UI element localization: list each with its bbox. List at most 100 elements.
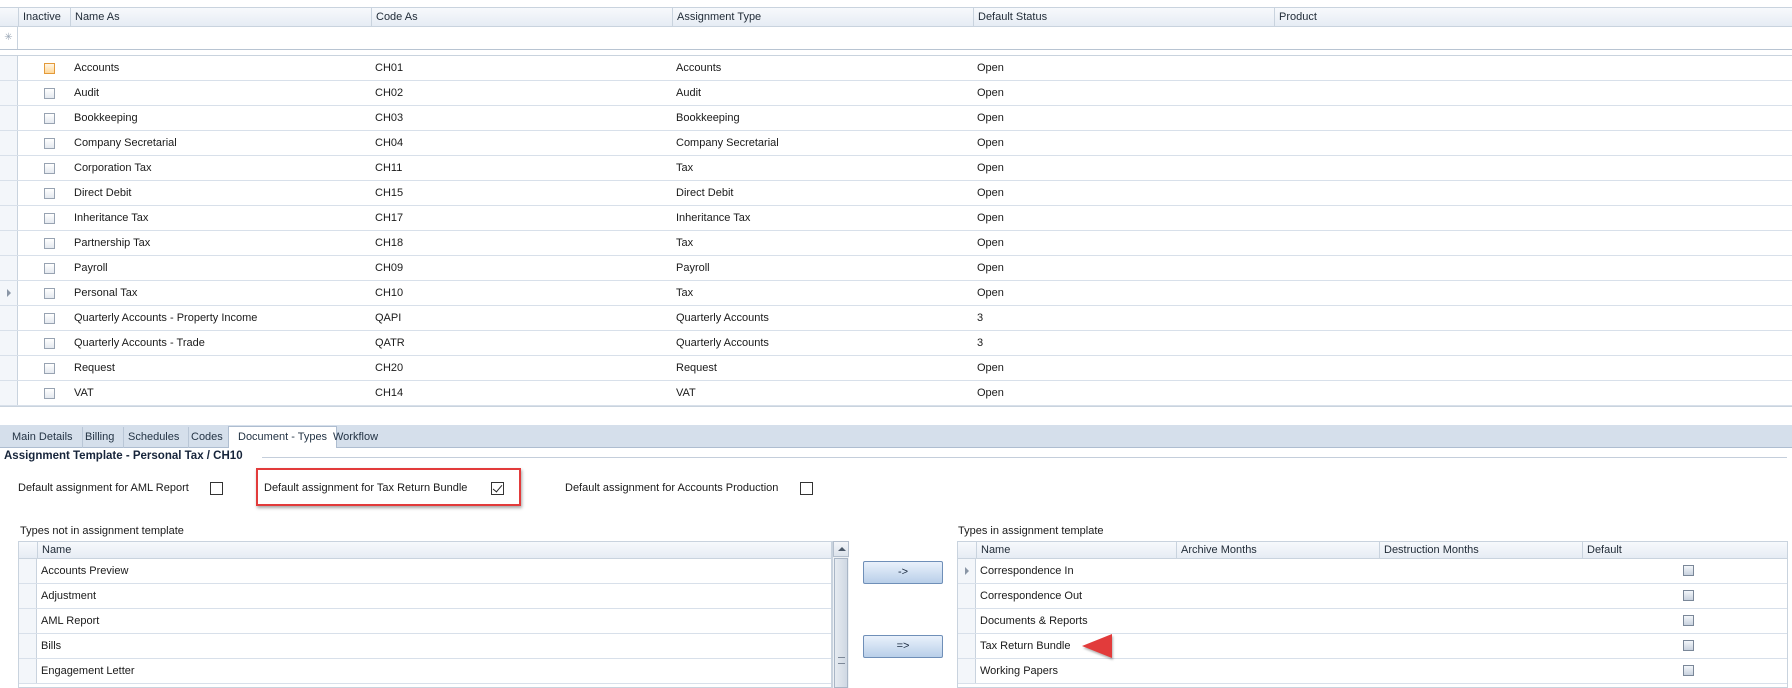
- list-item-name[interactable]: Correspondence Out: [976, 584, 1082, 608]
- table-row[interactable]: Payroll CH09 Payroll Open: [0, 256, 1792, 281]
- list-item[interactable]: Adjustment: [19, 584, 831, 609]
- right-list-header-archive-months[interactable]: Archive Months: [1176, 542, 1379, 558]
- table-row[interactable]: Partnership Tax CH18 Tax Open: [0, 231, 1792, 256]
- default-checkbox[interactable]: [1683, 665, 1694, 676]
- cell-code[interactable]: CH18: [371, 231, 672, 255]
- cell-status[interactable]: Open: [973, 131, 1274, 155]
- table-row[interactable]: Audit CH02 Audit Open: [0, 81, 1792, 106]
- row-indicator[interactable]: [0, 231, 18, 255]
- row-indicator[interactable]: [958, 584, 976, 608]
- cell-code[interactable]: CH17: [371, 206, 672, 230]
- inactive-checkbox[interactable]: [44, 138, 55, 149]
- cell-status[interactable]: Open: [973, 231, 1274, 255]
- cell-code[interactable]: CH02: [371, 81, 672, 105]
- cell-name[interactable]: Audit: [70, 81, 371, 105]
- move-all-button[interactable]: =>: [863, 635, 943, 658]
- inactive-checkbox[interactable]: [44, 338, 55, 349]
- list-item[interactable]: Correspondence In: [958, 559, 1787, 584]
- cell-code[interactable]: CH20: [371, 356, 672, 380]
- move-selected-button[interactable]: ->: [863, 561, 943, 584]
- cell-type[interactable]: Accounts: [672, 56, 973, 80]
- row-indicator[interactable]: [0, 131, 18, 155]
- inactive-checkbox[interactable]: [44, 263, 55, 274]
- cell-type[interactable]: Request: [672, 356, 973, 380]
- cell-code[interactable]: QAPI: [371, 306, 672, 330]
- table-row[interactable]: Inheritance Tax CH17 Inheritance Tax Open: [0, 206, 1792, 231]
- cell-status[interactable]: Open: [973, 281, 1274, 305]
- column-header-inactive[interactable]: Inactive: [18, 8, 70, 27]
- inactive-checkbox[interactable]: [44, 288, 55, 299]
- inactive-checkbox[interactable]: [44, 163, 55, 174]
- cell-type[interactable]: Inheritance Tax: [672, 206, 973, 230]
- cell-name[interactable]: Quarterly Accounts - Trade: [70, 331, 371, 355]
- left-list-header-name[interactable]: Name: [37, 542, 831, 558]
- row-indicator[interactable]: [0, 206, 18, 230]
- right-list-header-destruction-months[interactable]: Destruction Months: [1379, 542, 1582, 558]
- cell-name[interactable]: Accounts: [70, 56, 371, 80]
- row-indicator[interactable]: [0, 381, 18, 405]
- row-indicator[interactable]: [0, 281, 18, 305]
- cell-code[interactable]: CH09: [371, 256, 672, 280]
- row-indicator[interactable]: [19, 659, 37, 683]
- tab-codes[interactable]: Codes: [182, 427, 233, 448]
- row-indicator[interactable]: [0, 181, 18, 205]
- cell-type[interactable]: Tax: [672, 156, 973, 180]
- table-row[interactable]: VAT CH14 VAT Open: [0, 381, 1792, 406]
- list-item-name[interactable]: Engagement Letter: [37, 659, 135, 683]
- list-item-name[interactable]: Tax Return Bundle: [976, 634, 1071, 658]
- list-item-name[interactable]: Working Papers: [976, 659, 1058, 683]
- table-row[interactable]: Personal Tax CH10 Tax Open: [0, 281, 1792, 306]
- cell-code[interactable]: CH11: [371, 156, 672, 180]
- default-checkbox[interactable]: [1683, 590, 1694, 601]
- row-indicator[interactable]: [19, 559, 37, 583]
- list-item[interactable]: Documents & Reports: [958, 609, 1787, 634]
- column-header-name-as[interactable]: Name As: [70, 8, 371, 27]
- list-item-name[interactable]: Adjustment: [37, 584, 96, 608]
- cell-name[interactable]: Corporation Tax: [70, 156, 371, 180]
- list-item-name[interactable]: Bills: [37, 634, 61, 658]
- cell-type[interactable]: Tax: [672, 281, 973, 305]
- cell-name[interactable]: VAT: [70, 381, 371, 405]
- default-checkbox[interactable]: [1683, 615, 1694, 626]
- cell-status[interactable]: Open: [973, 156, 1274, 180]
- row-indicator[interactable]: [0, 106, 18, 130]
- row-indicator[interactable]: [958, 659, 976, 683]
- inactive-checkbox[interactable]: [44, 363, 55, 374]
- list-item-name[interactable]: Accounts Preview: [37, 559, 128, 583]
- list-item-name[interactable]: Correspondence In: [976, 559, 1074, 583]
- cell-type[interactable]: VAT: [672, 381, 973, 405]
- cell-name[interactable]: Bookkeeping: [70, 106, 371, 130]
- cell-code[interactable]: CH15: [371, 181, 672, 205]
- table-row[interactable]: Corporation Tax CH11 Tax Open: [0, 156, 1792, 181]
- table-row[interactable]: Request CH20 Request Open: [0, 356, 1792, 381]
- cell-status[interactable]: 3: [973, 306, 1274, 330]
- cell-name[interactable]: Request: [70, 356, 371, 380]
- cell-name[interactable]: Company Secretarial: [70, 131, 371, 155]
- tab-workflow[interactable]: Workflow: [324, 427, 387, 448]
- cell-type[interactable]: Company Secretarial: [672, 131, 973, 155]
- tab-main-details[interactable]: Main Details: [3, 427, 83, 448]
- tab-schedules[interactable]: Schedules: [119, 427, 190, 448]
- cell-status[interactable]: Open: [973, 81, 1274, 105]
- default-checkbox[interactable]: [1683, 640, 1694, 651]
- default-checkbox[interactable]: [1683, 565, 1694, 576]
- row-indicator[interactable]: [0, 331, 18, 355]
- cell-name[interactable]: Direct Debit: [70, 181, 371, 205]
- column-header-default-status[interactable]: Default Status: [973, 8, 1274, 27]
- cell-status[interactable]: Open: [973, 256, 1274, 280]
- tax-return-default-checkbox[interactable]: [491, 482, 504, 495]
- right-list-header-name[interactable]: Name: [976, 542, 1176, 558]
- right-list-header-default[interactable]: Default: [1582, 542, 1787, 558]
- cell-code[interactable]: CH10: [371, 281, 672, 305]
- row-indicator[interactable]: [0, 356, 18, 380]
- row-indicator[interactable]: [19, 634, 37, 658]
- inactive-checkbox[interactable]: [44, 188, 55, 199]
- row-indicator[interactable]: [0, 306, 18, 330]
- cell-status[interactable]: Open: [973, 56, 1274, 80]
- table-row[interactable]: Bookkeeping CH03 Bookkeeping Open: [0, 106, 1792, 131]
- row-indicator[interactable]: [0, 81, 18, 105]
- aml-default-checkbox[interactable]: [210, 482, 223, 495]
- cell-status[interactable]: Open: [973, 206, 1274, 230]
- row-indicator[interactable]: [958, 559, 976, 583]
- cell-name[interactable]: Quarterly Accounts - Property Income: [70, 306, 371, 330]
